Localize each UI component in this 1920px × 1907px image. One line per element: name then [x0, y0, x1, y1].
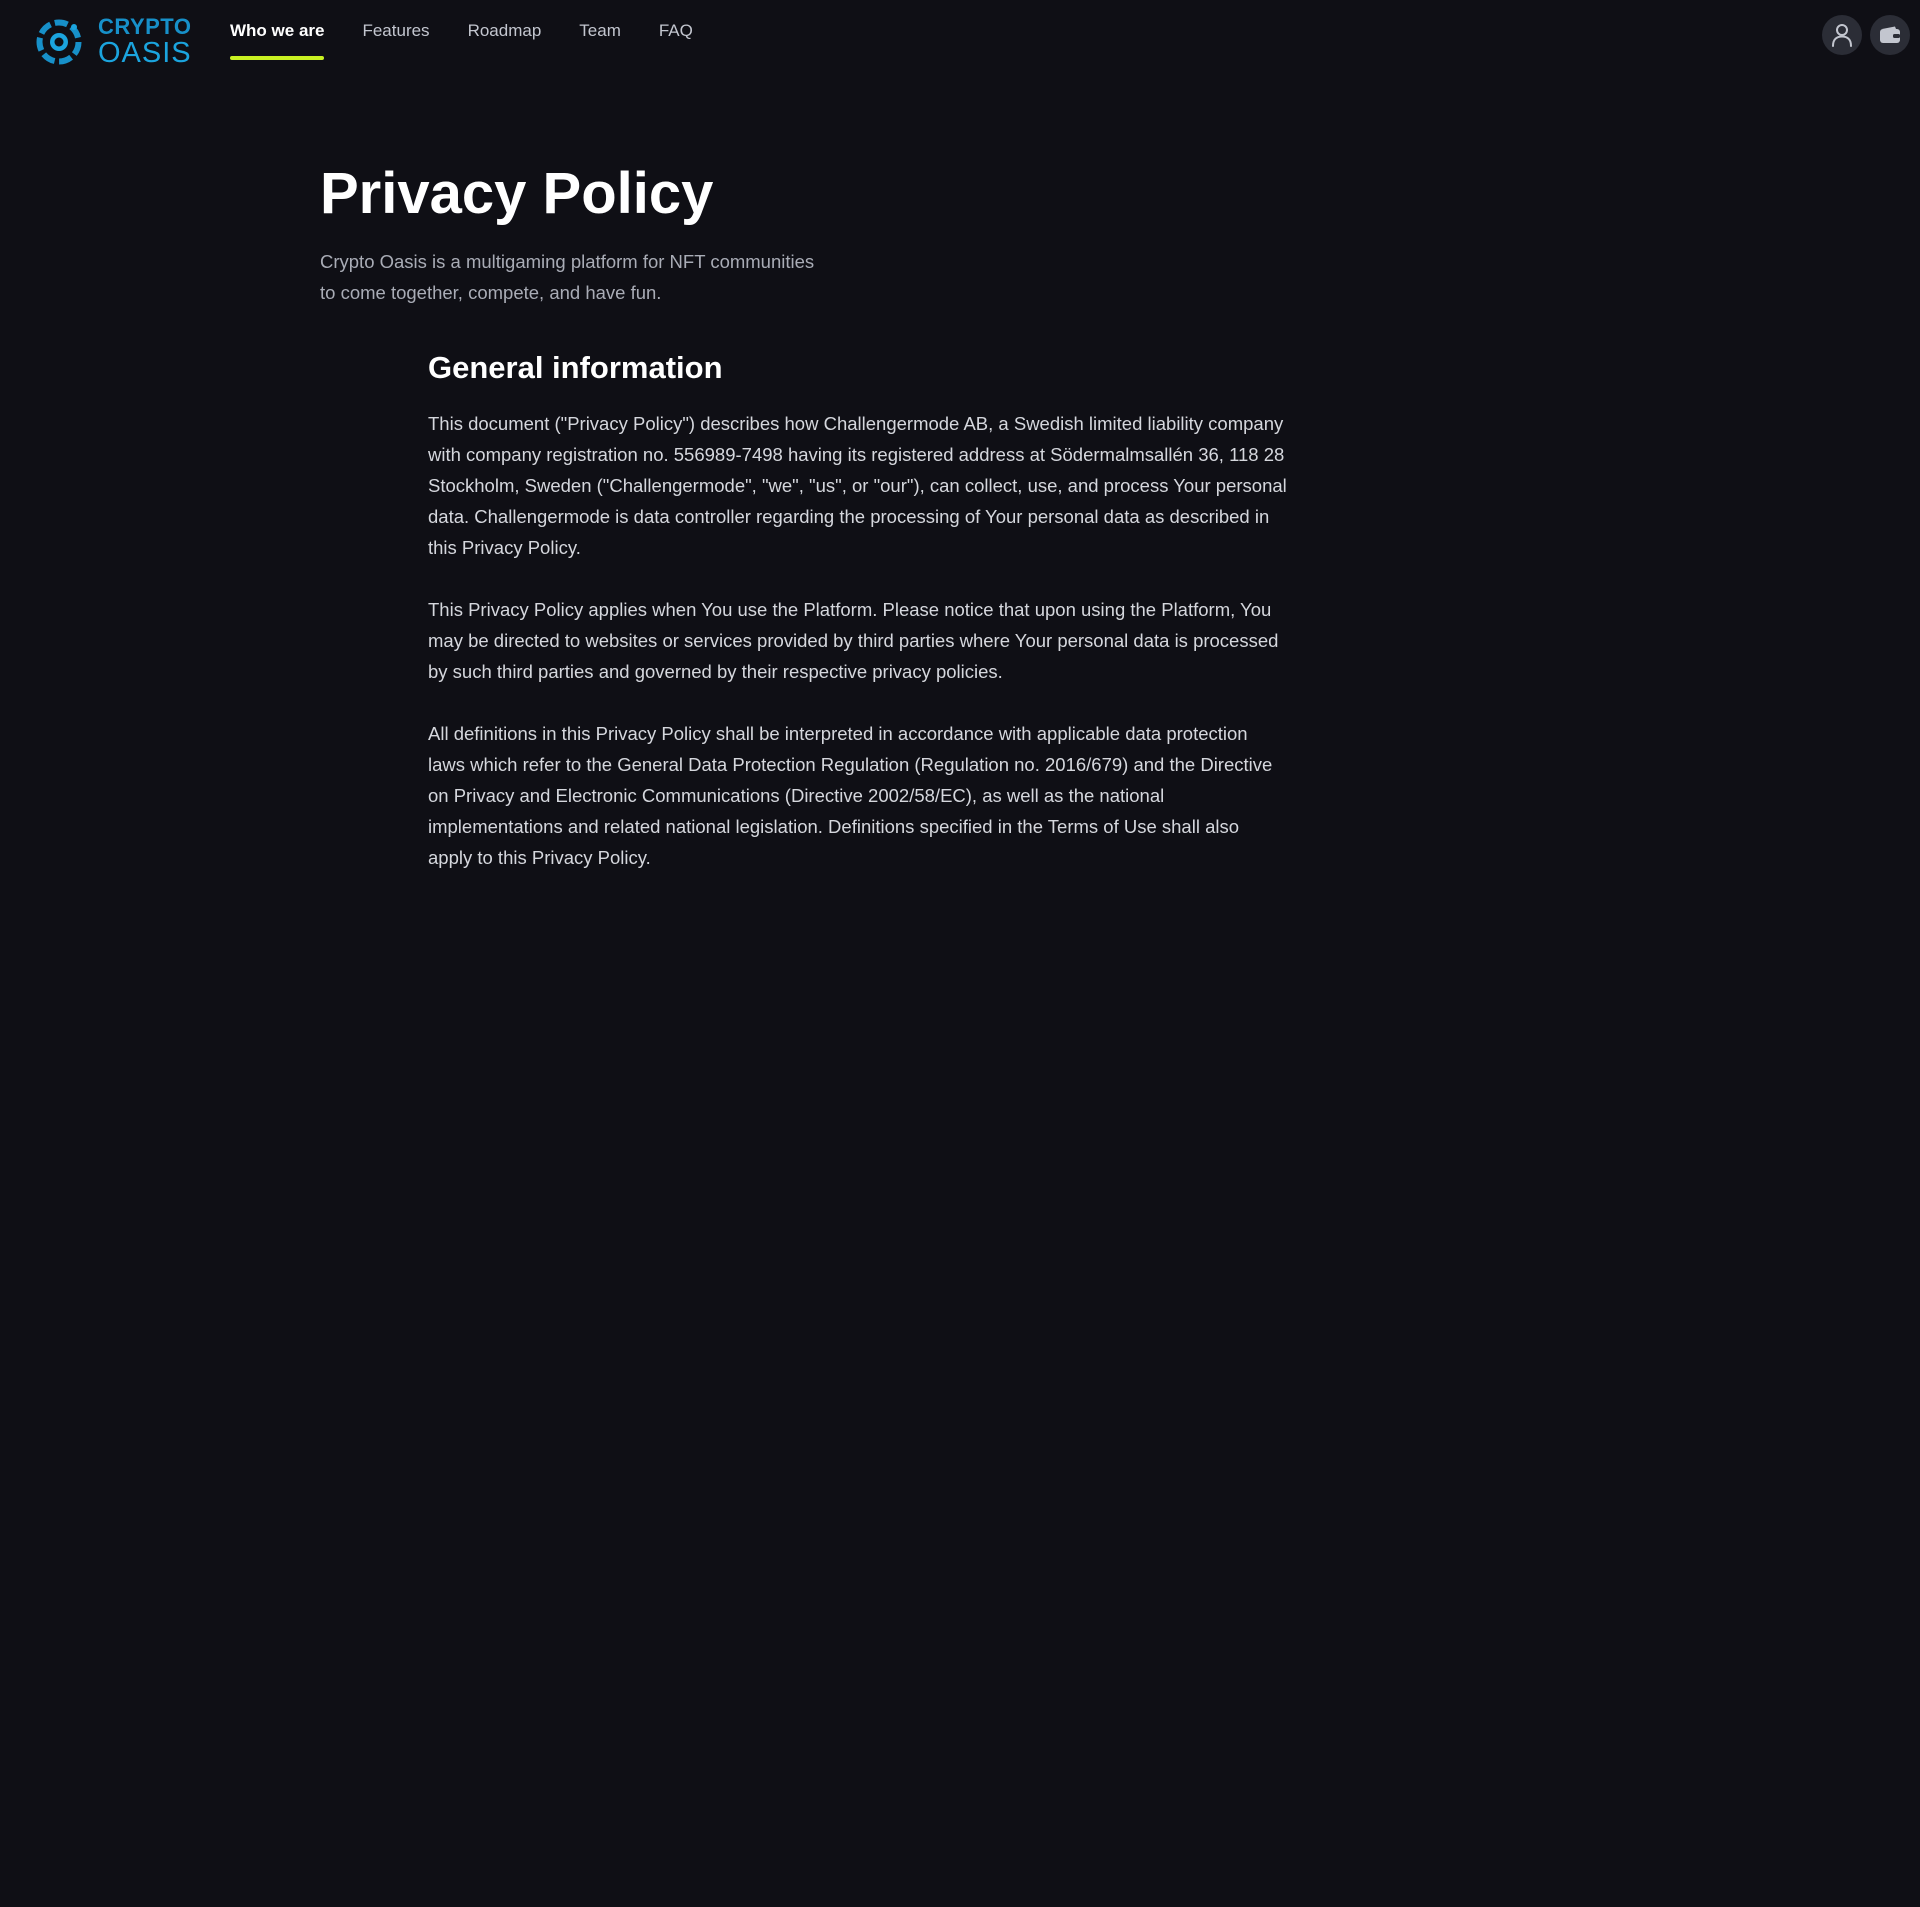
policy-paragraph-2: This Privacy Policy applies when You use… [428, 599, 1279, 682]
nav-item-team[interactable]: Team [579, 0, 621, 62]
page-subtitle-line-1: Crypto Oasis is a multigaming platform f… [320, 251, 815, 272]
crypto-oasis-logo[interactable]: CRYPTO OASIS [36, 14, 192, 70]
wallet-icon [1880, 26, 1900, 43]
policy-content: General information This document ("Priv… [428, 346, 1288, 873]
site-header: CRYPTO OASIS Who we are Features Roadmap… [0, 0, 1920, 80]
header-actions [1814, 15, 1910, 55]
policy-paragraph-1: This document ("Privacy Policy") describ… [428, 413, 1287, 558]
nav-item-faq[interactable]: FAQ [659, 0, 693, 62]
logo-line-crypto: CRYPTO [98, 14, 192, 39]
nav-item-roadmap[interactable]: Roadmap [468, 0, 542, 62]
page-subtitle-line-2: to come together, compete, and have fun. [320, 282, 662, 303]
page-title: Privacy Policy [320, 161, 714, 226]
page-subtitle: Crypto Oasis is a multigaming platform f… [320, 246, 960, 308]
wallet-button[interactable] [1870, 15, 1910, 55]
policy-paragraph-3: All definitions in this Privacy Policy s… [428, 723, 1273, 868]
crypto-oasis-logo-icon [36, 19, 82, 65]
profile-button[interactable] [1822, 15, 1862, 55]
user-icon [1832, 24, 1852, 47]
logo-wordmark: CRYPTO OASIS [98, 16, 192, 68]
section-heading: General information [428, 350, 723, 385]
logo-line-oasis: OASIS [98, 37, 192, 69]
page-hero: Privacy Policy Crypto Oasis is a multiga… [320, 158, 960, 308]
nav-item-who-we-are[interactable]: Who we are [230, 0, 325, 62]
nav-item-features[interactable]: Features [362, 0, 429, 62]
main-nav: Who we are Features Roadmap Team FAQ [230, 0, 731, 62]
